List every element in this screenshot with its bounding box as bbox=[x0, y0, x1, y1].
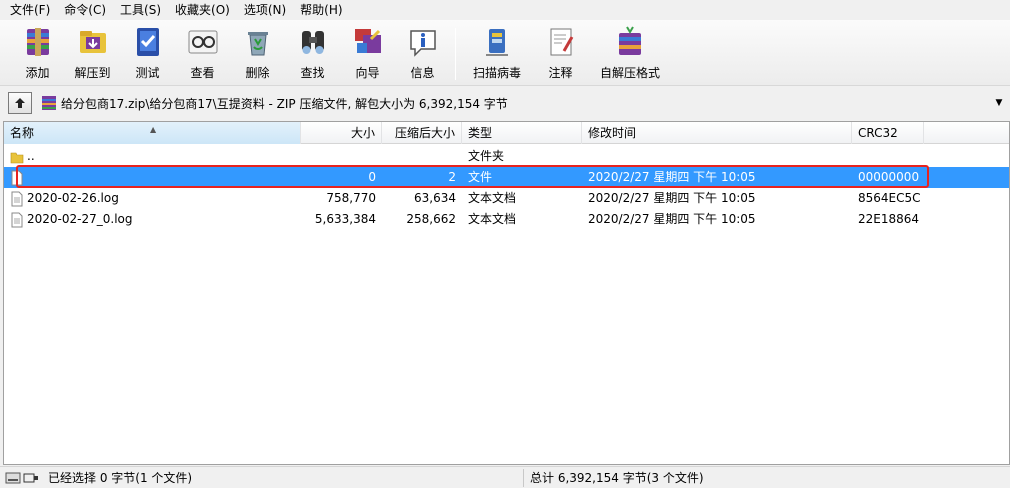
info-button[interactable]: 信息 bbox=[395, 20, 450, 82]
find-icon bbox=[294, 24, 332, 60]
column-modified[interactable]: 修改时间 bbox=[582, 122, 852, 144]
toolbar-separator bbox=[455, 28, 456, 80]
column-crc32[interactable]: CRC32 bbox=[852, 122, 924, 144]
extract-to-button[interactable]: 解压到 bbox=[65, 20, 120, 82]
column-packed-size[interactable]: 压缩后大小 bbox=[382, 122, 462, 144]
sfx-button[interactable]: 自解压格式 bbox=[588, 20, 672, 82]
comment-label: 注释 bbox=[548, 66, 573, 80]
cell-crc32: 8564EC5C bbox=[858, 191, 921, 205]
virus-scan-label: 扫描病毒 bbox=[472, 66, 521, 80]
cell-name: 2020-02-26.log bbox=[27, 191, 119, 205]
cell-size: 0 bbox=[368, 170, 376, 184]
cell-modified: 2020/2/27 星期四 下午 10:05 bbox=[588, 170, 756, 184]
column-name-label: 名称 bbox=[10, 126, 35, 140]
cell-packed-size: 63,634 bbox=[414, 191, 456, 205]
drive-icon bbox=[5, 472, 38, 483]
cell-name: .. bbox=[27, 149, 35, 163]
menu-options[interactable]: 选项(N) bbox=[237, 0, 293, 20]
virus-scan-icon bbox=[478, 24, 516, 60]
file-row[interactable]: 2020-02-26.log 758,770 63,634 文本文档 2020/2/27… bbox=[4, 188, 1009, 209]
delete-label: 删除 bbox=[245, 66, 270, 80]
menu-help[interactable]: 帮助(H) bbox=[293, 0, 349, 20]
cell-packed-size: 258,662 bbox=[406, 212, 456, 226]
column-name[interactable]: 名称 ▲ bbox=[4, 122, 301, 144]
view-icon bbox=[184, 24, 222, 60]
address-field[interactable]: 给分包商17.zip\给分包商17\互提资料 - ZIP 压缩文件, 解包大小为… bbox=[41, 92, 1006, 114]
file-row[interactable]: .. 文件夹 bbox=[4, 146, 1009, 167]
view-label: 查看 bbox=[190, 66, 215, 80]
up-folder-button[interactable] bbox=[8, 92, 32, 114]
info-label: 信息 bbox=[410, 66, 435, 80]
file-row[interactable]: 0 2 文件 2020/2/27 星期四 下午 10:05 00000000 bbox=[4, 167, 1009, 188]
comment-button[interactable]: 注释 bbox=[533, 20, 588, 82]
chevron-down-icon[interactable]: ▼ bbox=[992, 98, 1006, 108]
menu-tools[interactable]: 工具(S) bbox=[113, 0, 168, 20]
menu-file[interactable]: 文件(F) bbox=[3, 0, 57, 20]
cell-size: 5,633,384 bbox=[314, 212, 376, 226]
cell-type: 文本文档 bbox=[468, 191, 517, 205]
zip-archive-icon bbox=[42, 96, 56, 110]
status-bar: 已经选择 0 字节(1 个文件) 总计 6,392,154 字节(3 个文件) bbox=[0, 466, 1010, 488]
cell-type: 文本文档 bbox=[468, 212, 517, 226]
address-path: 给分包商17.zip\给分包商17\互提资料 - ZIP 压缩文件, 解包大小为… bbox=[61, 96, 508, 111]
cell-type: 文件夹 bbox=[468, 149, 505, 163]
test-button[interactable]: 测试 bbox=[120, 20, 175, 82]
menu-commands[interactable]: 命令(C) bbox=[57, 0, 113, 20]
cell-size: 758,770 bbox=[326, 191, 376, 205]
wizard-label: 向导 bbox=[355, 66, 380, 80]
extract-to-icon bbox=[74, 24, 112, 60]
column-size[interactable]: 大小 bbox=[301, 122, 382, 144]
extract-to-label: 解压到 bbox=[74, 66, 111, 80]
virus-scan-button[interactable]: 扫描病毒 bbox=[461, 20, 533, 82]
menu-bar: 文件(F) 命令(C) 工具(S) 收藏夹(O) 选项(N) 帮助(H) bbox=[0, 0, 1010, 20]
wizard-icon bbox=[349, 24, 387, 60]
info-icon bbox=[404, 24, 442, 60]
delete-icon bbox=[239, 24, 277, 60]
sort-asc-icon: ▲ bbox=[150, 125, 157, 134]
add-archive-icon bbox=[19, 24, 57, 60]
sfx-icon bbox=[611, 24, 649, 60]
find-button[interactable]: 查找 bbox=[285, 20, 340, 82]
cell-crc32 bbox=[852, 146, 932, 167]
sfx-label: 自解压格式 bbox=[599, 66, 660, 80]
file-list: 名称 ▲ 大小 压缩后大小 类型 修改时间 CRC32 .. 文件夹 0 2 文件 202… bbox=[3, 121, 1010, 465]
column-type[interactable]: 类型 bbox=[462, 122, 582, 144]
status-selection: 已经选择 0 字节(1 个文件) bbox=[44, 468, 524, 487]
address-bar: 给分包商17.zip\给分包商17\互提资料 - ZIP 压缩文件, 解包大小为… bbox=[0, 88, 1010, 118]
up-arrow-icon bbox=[15, 98, 25, 108]
cell-name: 2020-02-27_0.log bbox=[27, 212, 133, 226]
column-header: 名称 ▲ 大小 压缩后大小 类型 修改时间 CRC32 bbox=[4, 122, 1009, 144]
cell-modified bbox=[582, 146, 852, 167]
cell-crc32: 00000000 bbox=[858, 170, 920, 184]
cell-packed-size bbox=[382, 146, 462, 167]
status-icons bbox=[0, 471, 44, 485]
add-button[interactable]: 添加 bbox=[10, 20, 65, 82]
cell-size bbox=[301, 146, 382, 167]
add-label: 添加 bbox=[25, 66, 50, 80]
cell-type: 文件 bbox=[468, 170, 493, 184]
cell-modified: 2020/2/27 星期四 下午 10:05 bbox=[588, 191, 756, 205]
file-row[interactable]: 2020-02-27_0.log 5,633,384 258,662 文本文档 2020… bbox=[4, 209, 1009, 230]
comment-icon bbox=[542, 24, 580, 60]
test-icon bbox=[129, 24, 167, 60]
cell-packed-size: 2 bbox=[448, 170, 456, 184]
cell-name bbox=[4, 167, 301, 188]
toolbar: 添加 解压到 测试 查看 删除 查找 向导 信息 扫描病毒 注释 自解压格式 bbox=[0, 20, 1010, 86]
wizard-button[interactable]: 向导 bbox=[340, 20, 395, 82]
test-label: 测试 bbox=[135, 66, 160, 80]
menu-favorites[interactable]: 收藏夹(O) bbox=[168, 0, 237, 20]
cell-crc32: 22E18864 bbox=[858, 212, 920, 226]
find-label: 查找 bbox=[300, 66, 325, 80]
view-button[interactable]: 查看 bbox=[175, 20, 230, 82]
delete-button[interactable]: 删除 bbox=[230, 20, 285, 82]
status-total: 总计 6,392,154 字节(3 个文件) bbox=[530, 470, 704, 485]
cell-modified: 2020/2/27 星期四 下午 10:05 bbox=[588, 212, 756, 226]
